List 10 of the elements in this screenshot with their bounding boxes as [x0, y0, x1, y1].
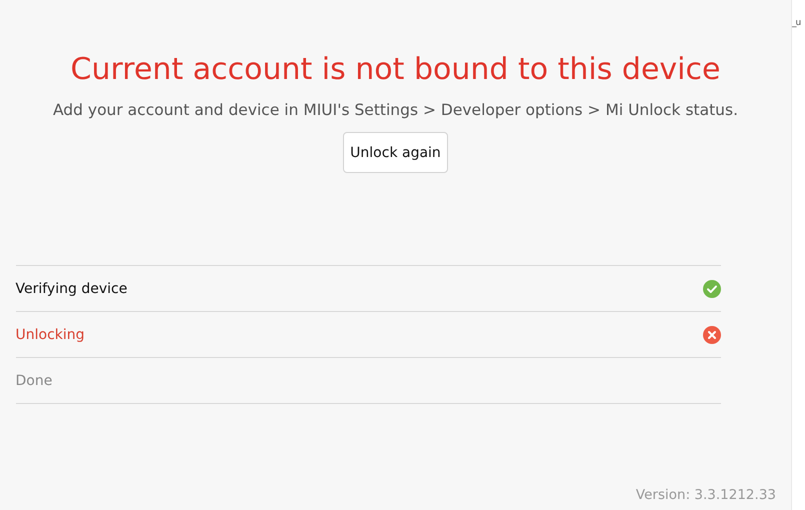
error-icon	[702, 326, 720, 344]
side-window-text: _u	[792, 18, 800, 28]
unlock-again-button[interactable]: Unlock again	[343, 132, 448, 173]
step-label: Verifying device	[16, 280, 128, 296]
instruction-text: Add your account and device in MIUI's Settings > Developer options > Mi Unlock status.	[52, 100, 738, 121]
error-title: Current account is not bound to this device	[70, 51, 720, 89]
step-label: Done	[16, 372, 52, 388]
check-icon	[702, 280, 720, 298]
step-label: Unlocking	[16, 326, 85, 342]
version-text: Version: 3.3.1212.33	[636, 487, 776, 503]
